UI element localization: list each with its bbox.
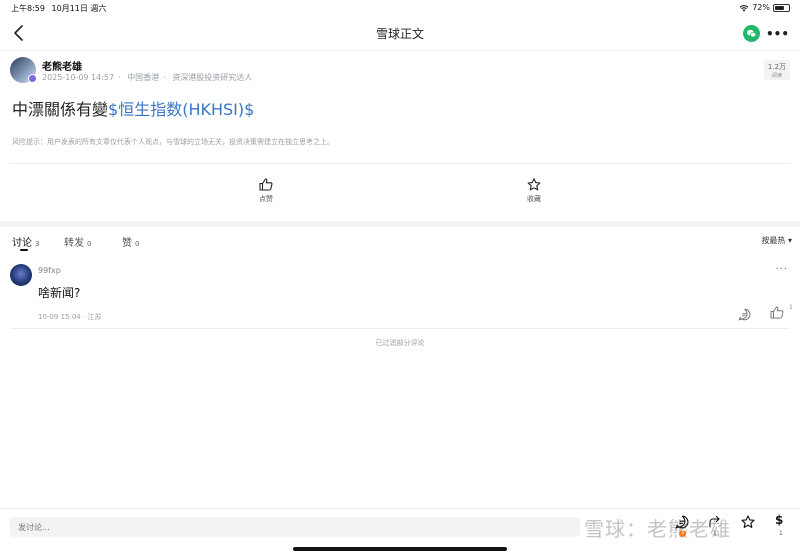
post-time: 2025-10-09 14:57 xyxy=(42,73,115,82)
tab-label: 赞 xyxy=(122,238,132,249)
comment-icon[interactable] xyxy=(675,515,689,529)
commenter-name[interactable]: 99fxp xyxy=(38,266,61,275)
author-name[interactable]: 老熊老雄 xyxy=(42,58,82,73)
battery-icon xyxy=(773,3,790,12)
author-header: 老熊老雄 2025-10-09 14:57 · 中国香港 · 资深港股投资研究达人 … xyxy=(10,57,790,87)
read-label: 阅读 xyxy=(771,73,782,79)
battery-percent: 72% xyxy=(752,3,770,12)
tab-discussion[interactable]: 讨论 3 xyxy=(12,234,39,249)
comment-tabs: 讨论 3 转发 0 赞0 按最热 ▾ xyxy=(12,234,792,254)
stock-link[interactable]: $恒生指数(HKHSI)$ xyxy=(108,100,254,119)
comment-count-badge: 3 xyxy=(679,530,686,537)
comment-divider xyxy=(10,328,790,329)
wechat-share-button[interactable] xyxy=(743,25,760,42)
status-time: 上午8:59 xyxy=(11,4,45,13)
comment-text: 啥新闻? xyxy=(38,286,81,300)
star-icon[interactable] xyxy=(741,515,755,529)
tab-count: 0 xyxy=(135,240,140,248)
tab-likes[interactable]: 赞0 xyxy=(122,234,139,249)
author-location: 中国香港 xyxy=(127,73,160,82)
like-label: 点赞 xyxy=(259,195,273,203)
favorite-label: 收藏 xyxy=(527,195,541,203)
reward-count: 1 xyxy=(779,530,783,537)
tab-label: 转发 xyxy=(64,238,84,249)
nav-bar: 雪球正文 ••• xyxy=(0,18,800,50)
tab-count: 0 xyxy=(87,240,92,248)
read-count-badge: 1.2万 阅读 xyxy=(764,60,790,80)
section-separator xyxy=(0,221,800,227)
commenter-avatar[interactable] xyxy=(10,264,32,286)
verified-badge-icon xyxy=(28,74,37,83)
wechat-icon xyxy=(746,29,757,38)
sort-dropdown[interactable]: 按最热 ▾ xyxy=(761,235,792,246)
tab-forward[interactable]: 转发 0 xyxy=(64,234,91,249)
filtered-notice: 已过滤部分评论 xyxy=(375,339,425,347)
more-icon[interactable]: ••• xyxy=(766,27,789,41)
forward-icon[interactable] xyxy=(708,515,722,529)
content-divider xyxy=(10,163,790,164)
comment-meta: 10-09 15:04 · 江苏 xyxy=(38,313,102,321)
tab-count: 3 xyxy=(35,240,40,248)
comment-item: 99fxp 啥新闻? 10-09 15:04 · 江苏 ··· 1 xyxy=(10,262,793,328)
comment-input[interactable] xyxy=(10,517,580,537)
active-tab-indicator xyxy=(20,249,28,251)
status-date: 10月11日 週六 xyxy=(51,4,107,13)
battery-fill xyxy=(775,5,785,10)
author-title: 资深港股投资研究达人 xyxy=(172,73,253,82)
nav-divider xyxy=(0,50,800,51)
thumbs-up-icon xyxy=(259,178,273,191)
page-title: 雪球正文 xyxy=(375,27,424,41)
reward-icon[interactable]: $ xyxy=(775,513,783,527)
home-indicator xyxy=(293,547,507,551)
read-count: 1.2万 xyxy=(767,63,787,71)
post-title-text: 中漂關係有變 xyxy=(12,100,109,119)
author-meta: 2025-10-09 14:57 · 中国香港 · 资深港股投资研究达人 xyxy=(42,73,253,82)
comment-like-icon[interactable] xyxy=(770,306,784,319)
status-bar: 上午8:59 10月11日 週六 72% xyxy=(0,0,800,16)
risk-notice: 风险提示：用户发表的所有文章仅代表个人观点，与雪球的立场无关，投资决策需建立在独… xyxy=(12,138,334,146)
wifi-icon xyxy=(739,4,749,11)
reply-icon[interactable] xyxy=(738,308,751,321)
bottom-bar: 雪球：老熊老雄 3 1 $ 1 xyxy=(0,508,800,556)
forward-count: 1 xyxy=(713,530,717,537)
post-title: 中漂關係有變$恒生指数(HKHSI)$ xyxy=(12,96,254,120)
comment-more-icon[interactable]: ··· xyxy=(775,264,788,275)
like-button[interactable]: 点赞 xyxy=(246,178,286,204)
tab-label: 讨论 xyxy=(12,238,32,249)
star-icon xyxy=(527,178,541,191)
comment-like-count: 1 xyxy=(789,304,793,311)
favorite-button[interactable]: 收藏 xyxy=(514,178,554,204)
